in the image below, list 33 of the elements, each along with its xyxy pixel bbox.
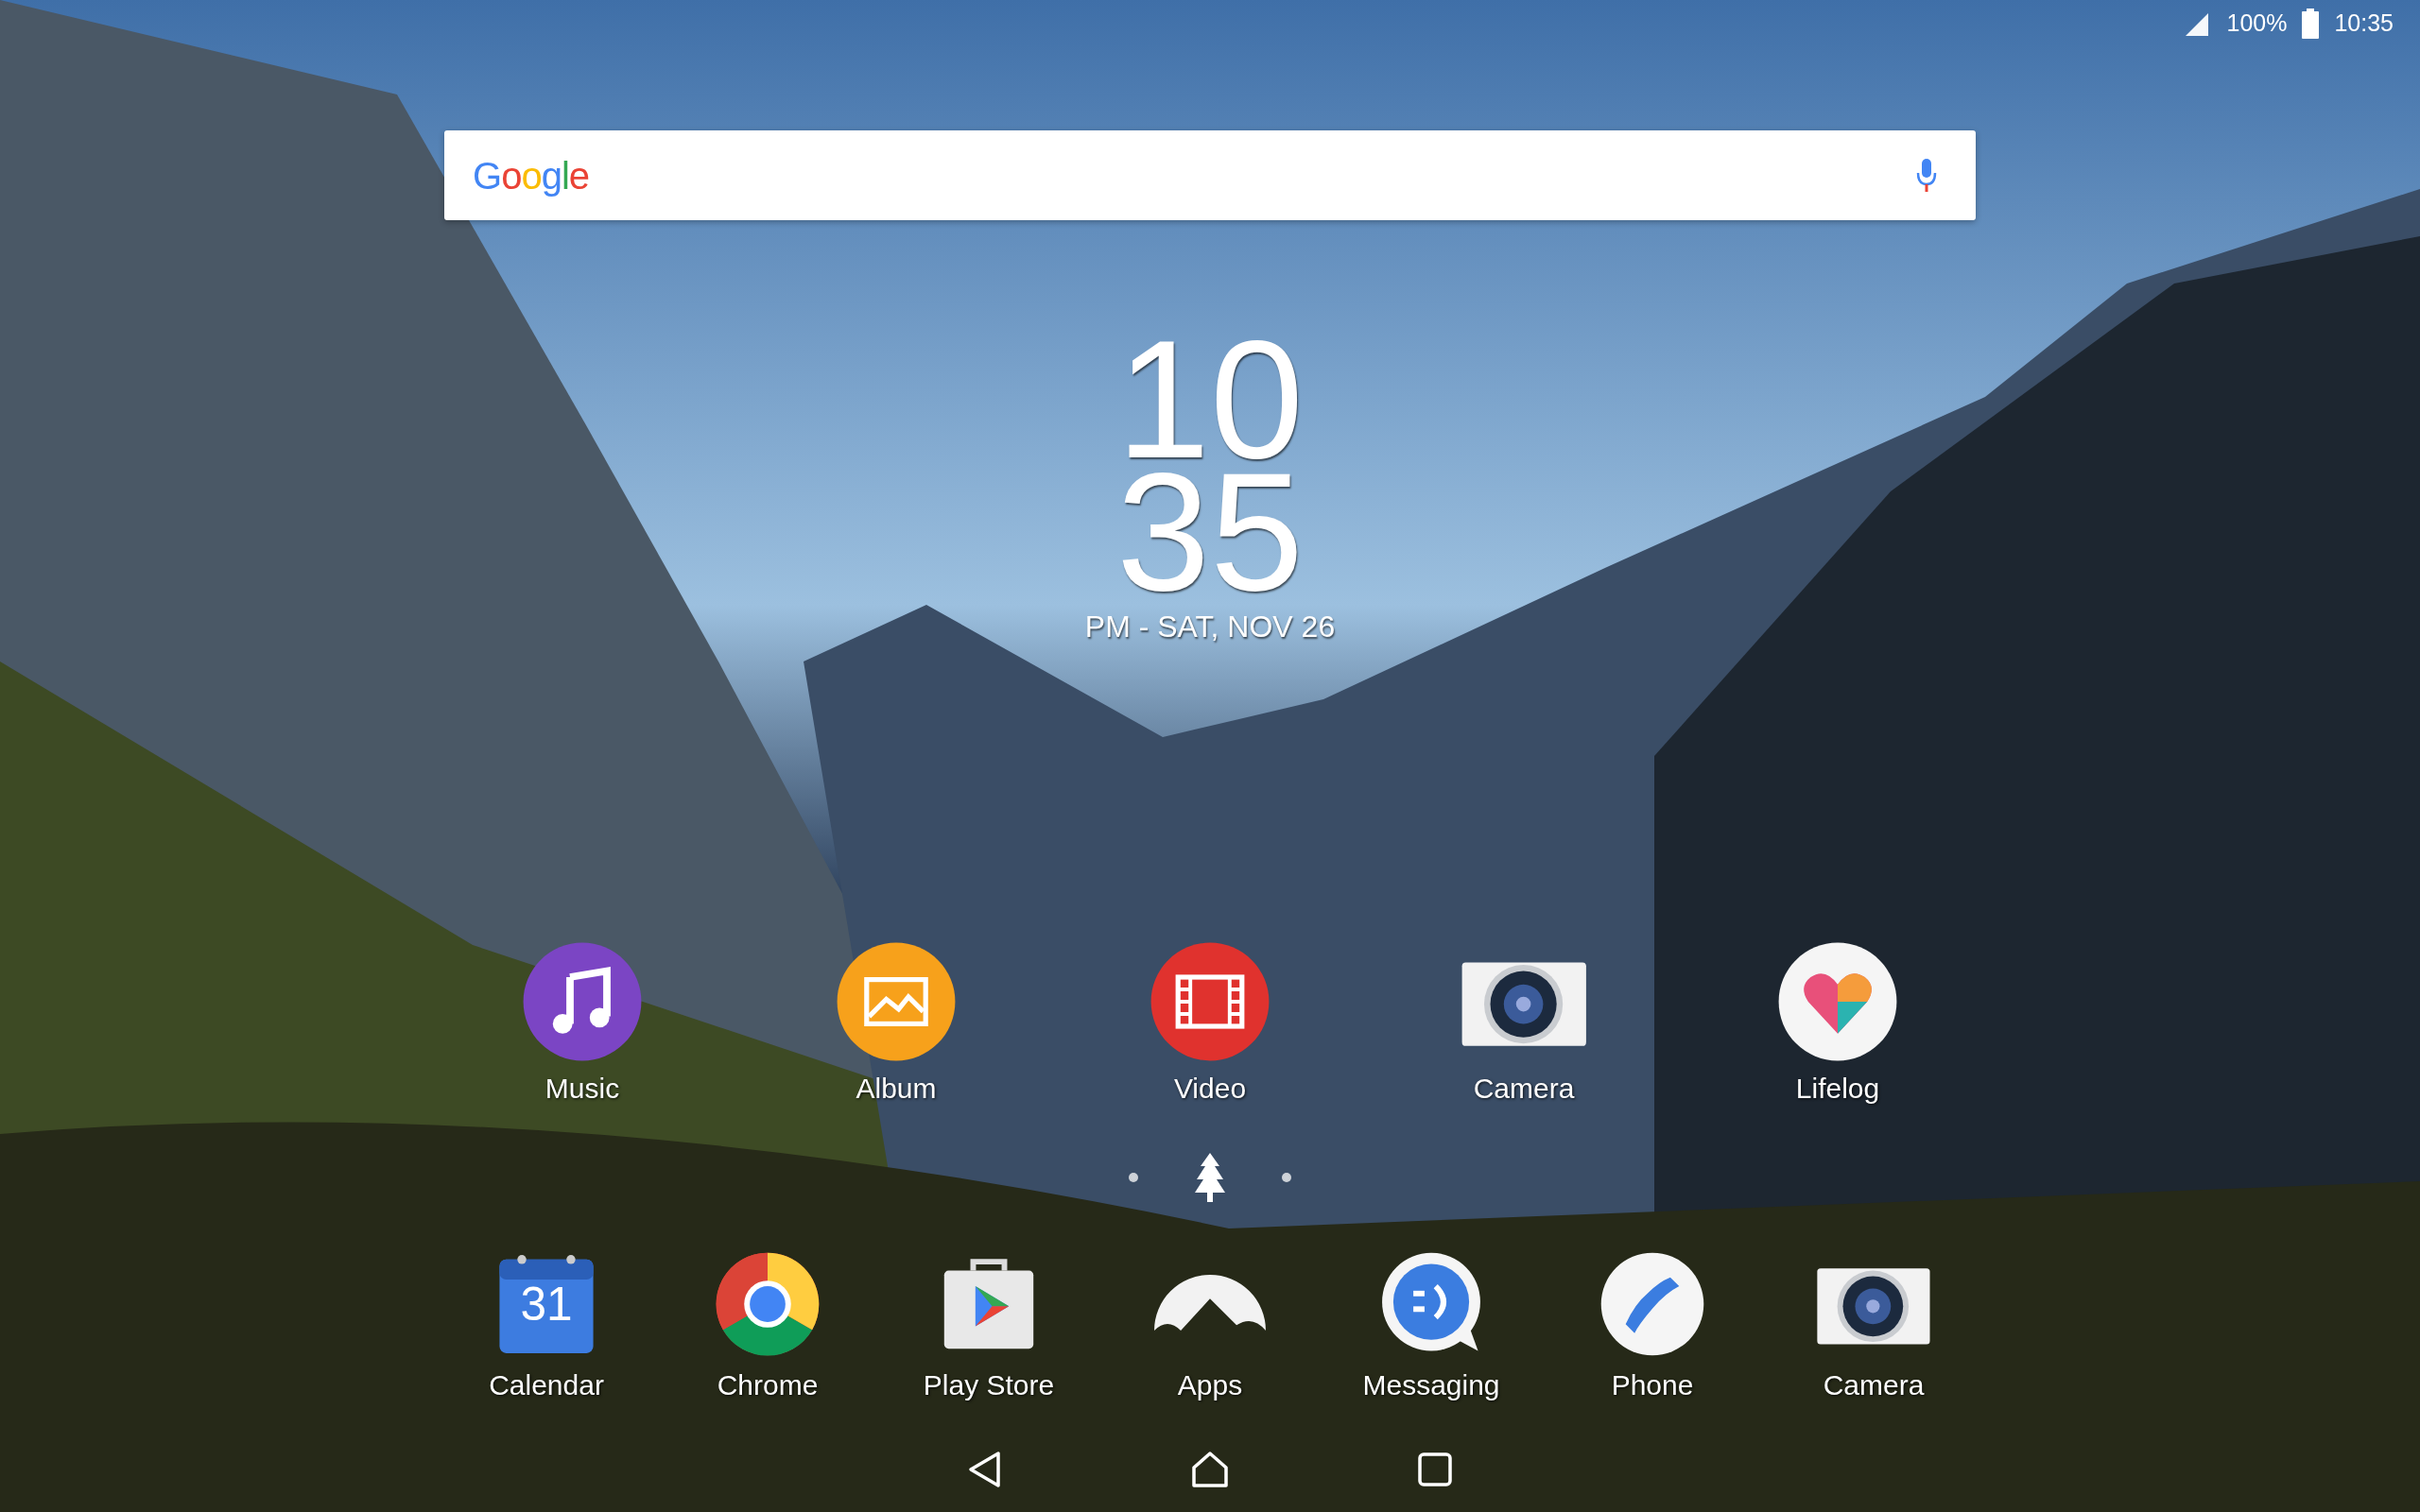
dock-label[interactable]: Apps	[1177, 1367, 1243, 1403]
dock-label[interactable]: Camera	[1823, 1367, 1925, 1403]
battery-percentage: 100%	[2226, 9, 2288, 39]
dock-label[interactable]: Calendar	[489, 1367, 604, 1403]
clock-minutes: 35	[1116, 466, 1304, 598]
calendar-icon[interactable]: 31	[491, 1248, 602, 1360]
mountain-arch-icon	[1154, 1275, 1266, 1333]
picture-frame-icon	[835, 940, 958, 1063]
dock-label[interactable]: Chrome	[717, 1367, 819, 1403]
app-label[interactable]: Music	[544, 1071, 620, 1107]
home-icon[interactable]	[1191, 1451, 1229, 1488]
dock-label[interactable]: Messaging	[1362, 1367, 1500, 1403]
page-dot-icon[interactable]	[1129, 1173, 1138, 1182]
status-time: 10:35	[2334, 9, 2394, 39]
app-label[interactable]: Camera	[1473, 1071, 1575, 1107]
recents-icon[interactable]	[1418, 1452, 1452, 1486]
tree-icon[interactable]	[1195, 1153, 1225, 1202]
app-label[interactable]: Video	[1173, 1071, 1247, 1107]
film-strip-icon	[1149, 940, 1271, 1063]
app-label[interactable]: Album	[856, 1071, 937, 1107]
dock-label[interactable]: Phone	[1611, 1367, 1694, 1403]
page-dot-icon[interactable]	[1282, 1173, 1291, 1182]
battery-icon	[2302, 9, 2320, 39]
calendar-date-number: 31	[519, 1281, 574, 1329]
search-logo: Google	[473, 153, 589, 198]
clock-hours: 10	[1116, 334, 1304, 466]
back-icon[interactable]	[968, 1451, 1002, 1488]
dock-label[interactable]: Play Store	[923, 1367, 1055, 1403]
music-note-icon	[521, 940, 644, 1063]
microphone-icon	[1915, 156, 1938, 195]
clock-date: PM - SAT, NOV 26	[1084, 610, 1336, 644]
app-label[interactable]: Lifelog	[1795, 1071, 1880, 1107]
search-bar[interactable]: Google	[444, 130, 1976, 220]
